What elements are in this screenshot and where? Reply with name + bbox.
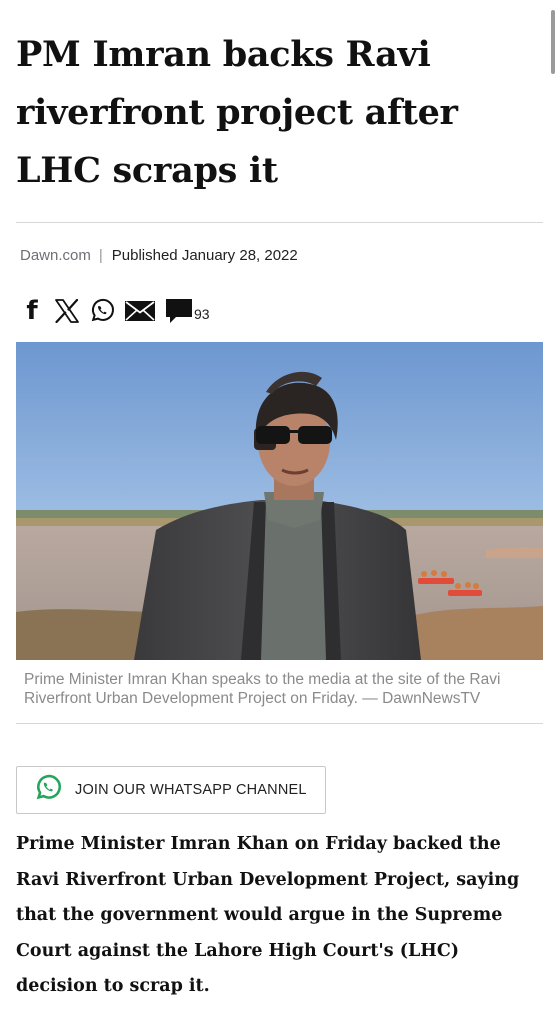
photo-caption: Prime Minister Imran Khan speaks to the … (24, 671, 501, 707)
email-icon[interactable] (124, 300, 156, 322)
article-headline: PM Imran backs Ravi riverfront project a… (16, 34, 458, 191)
x-icon[interactable] (54, 299, 80, 323)
caption-divider (16, 723, 543, 724)
source-link[interactable]: Dawn.com (16, 247, 91, 264)
whatsapp-icon[interactable] (88, 297, 116, 325)
share-bar: f 93 (16, 296, 543, 326)
whatsapp-icon (33, 773, 63, 808)
comment-icon[interactable] (164, 297, 194, 325)
whatsapp-channel-button[interactable]: JOIN OUR WHATSAPP CHANNEL (16, 766, 326, 814)
byline: Dawn.com | Published January 28, 2022 (16, 247, 543, 264)
whatsapp-channel-label: JOIN OUR WHATSAPP CHANNEL (75, 782, 307, 798)
article-photo (16, 342, 543, 660)
header-divider (16, 222, 543, 223)
published-date: Published January 28, 2022 (111, 247, 298, 264)
byline-separator: | (98, 247, 103, 264)
article-lead-paragraph: Prime Minister Imran Khan on Friday back… (16, 834, 520, 996)
facebook-icon[interactable]: f (22, 296, 42, 326)
article-page: PM Imran backs Ravi riverfront project a… (16, 0, 543, 1022)
scrollbar[interactable] (551, 10, 555, 74)
comment-count[interactable]: 93 (194, 306, 210, 322)
